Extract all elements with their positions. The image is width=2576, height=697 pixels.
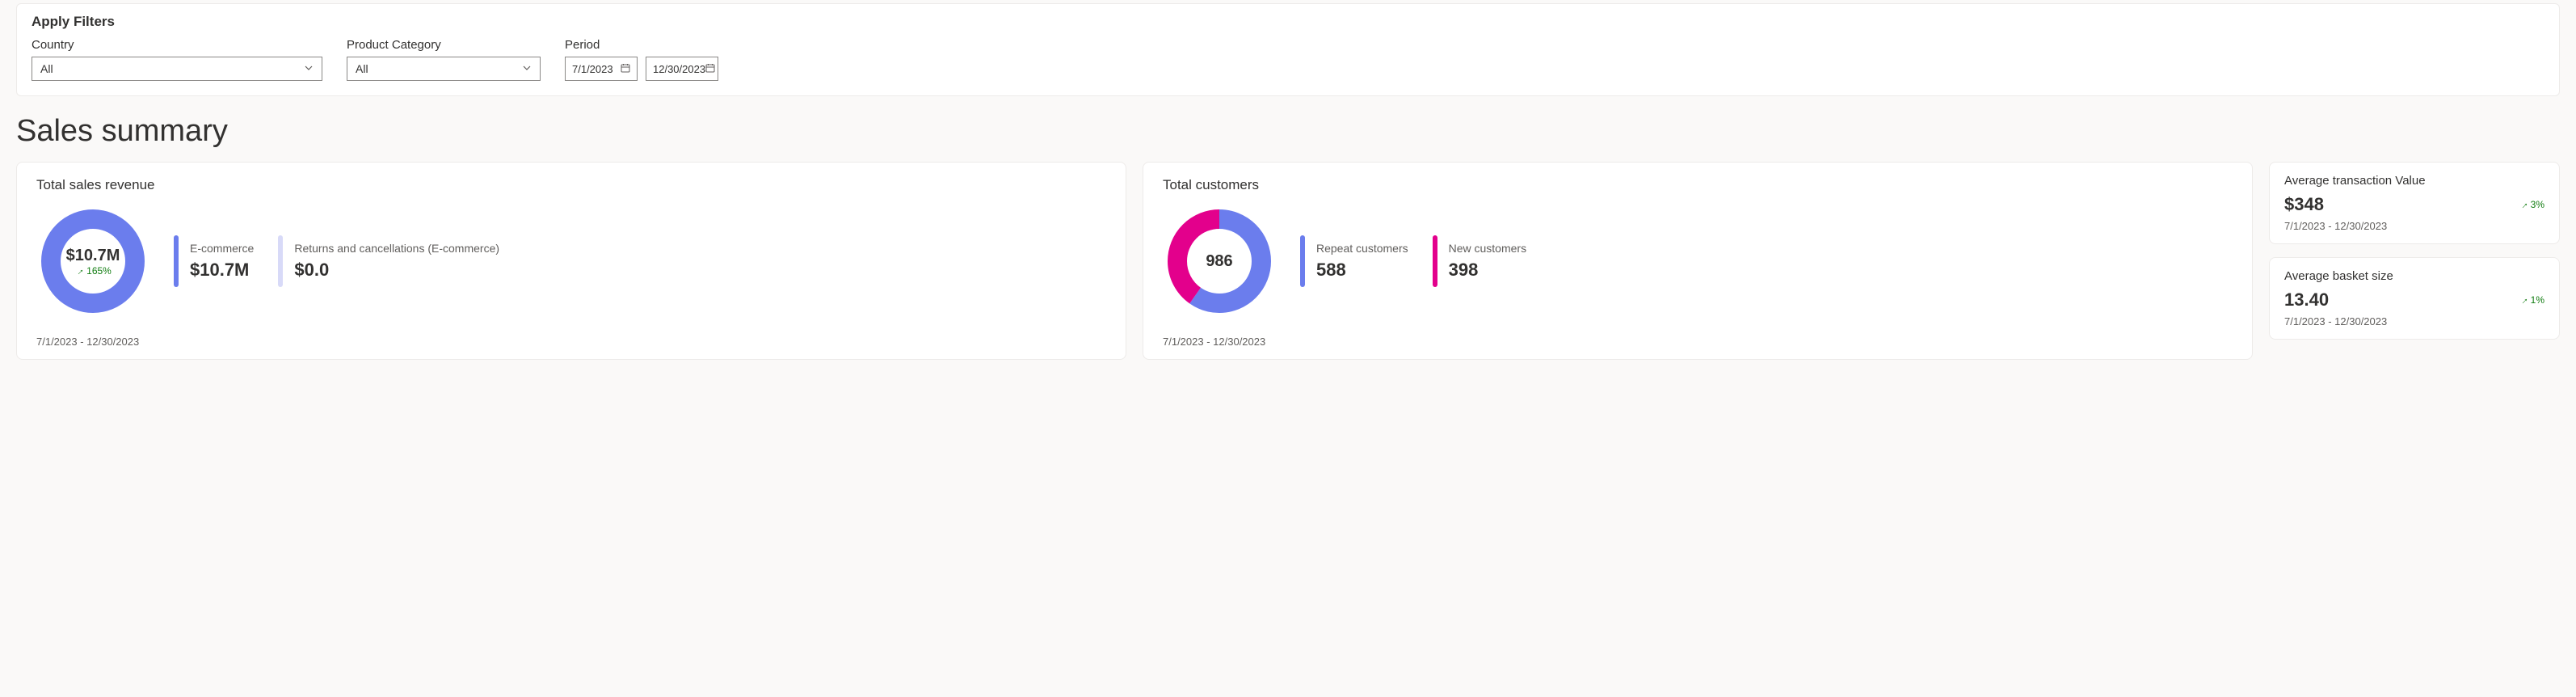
filter-row: Country All Product Category All Period	[32, 38, 2544, 81]
customers-repeat-value: 588	[1316, 260, 1408, 281]
trend-up-icon: →	[2516, 198, 2530, 212]
revenue-trend: → 165%	[74, 265, 112, 277]
customers-repeat-label: Repeat customers	[1316, 242, 1408, 255]
revenue-returns-label: Returns and cancellations (E-commerce)	[294, 242, 499, 255]
avg-basket-trend: → 1%	[2519, 294, 2544, 306]
calendar-icon	[621, 63, 630, 75]
avg-transaction-date-range: 7/1/2023 - 12/30/2023	[2284, 220, 2544, 232]
avg-basket-trend-value: 1%	[2531, 294, 2544, 306]
revenue-trend-value: 165%	[86, 265, 112, 277]
chevron-down-icon	[304, 62, 314, 75]
customers-metrics-row: 986 Repeat customers 588 New customers 3…	[1163, 205, 2233, 318]
revenue-ecommerce-value: $10.7M	[190, 260, 254, 281]
customers-repeat-text: Repeat customers 588	[1316, 242, 1408, 281]
pill-indicator-repeat	[1300, 235, 1305, 287]
revenue-card-title: Total sales revenue	[36, 177, 1106, 193]
revenue-ecommerce-block: E-commerce $10.7M	[174, 235, 254, 287]
period-end-value: 12/30/2023	[653, 63, 705, 75]
avg-basket-date-range: 7/1/2023 - 12/30/2023	[2284, 315, 2544, 327]
revenue-total-value: $10.7M	[66, 247, 120, 265]
category-select[interactable]: All	[347, 57, 541, 81]
side-column: Average transaction Value $348 → 3% 7/1/…	[2269, 162, 2560, 360]
customers-new-label: New customers	[1449, 242, 1526, 255]
avg-transaction-trend-value: 3%	[2531, 199, 2544, 210]
revenue-returns-text: Returns and cancellations (E-commerce) $…	[294, 242, 499, 281]
card-avg-transaction: Average transaction Value $348 → 3% 7/1/…	[2269, 162, 2560, 244]
filter-country: Country All	[32, 38, 322, 81]
chevron-down-icon	[522, 62, 532, 75]
trend-up-icon: →	[73, 264, 86, 277]
calendar-icon	[705, 63, 715, 75]
revenue-donut-center: $10.7M → 165%	[36, 205, 149, 318]
avg-basket-value: 13.40	[2284, 289, 2329, 310]
avg-transaction-trend: → 3%	[2519, 199, 2544, 210]
card-total-sales-revenue: Total sales revenue $10.7M → 165% E-comm…	[16, 162, 1126, 360]
pill-indicator-returns	[278, 235, 283, 287]
filter-period: Period 7/1/2023 12/30/2023	[565, 38, 718, 81]
filters-title: Apply Filters	[32, 14, 2544, 30]
pill-indicator-new	[1433, 235, 1437, 287]
period-start-input[interactable]: 7/1/2023	[565, 57, 638, 81]
filter-category-label: Product Category	[347, 38, 541, 52]
card-avg-basket: Average basket size 13.40 → 1% 7/1/2023 …	[2269, 257, 2560, 340]
revenue-metrics-row: $10.7M → 165% E-commerce $10.7M Returns	[36, 205, 1106, 318]
customers-total-value: 986	[1206, 252, 1232, 271]
period-start-value: 7/1/2023	[572, 63, 613, 75]
customers-card-title: Total customers	[1163, 177, 2233, 193]
revenue-ecommerce-label: E-commerce	[190, 242, 254, 255]
date-range-pair: 7/1/2023 12/30/2023	[565, 57, 718, 81]
filter-category: Product Category All	[347, 38, 541, 81]
trend-up-icon: →	[2516, 294, 2530, 307]
summary-cards-row: Total sales revenue $10.7M → 165% E-comm…	[16, 162, 2560, 360]
revenue-ecommerce-text: E-commerce $10.7M	[190, 242, 254, 281]
country-select-value: All	[40, 62, 53, 75]
customers-new-block: New customers 398	[1433, 235, 1526, 287]
filters-panel: Apply Filters Country All Product Catego…	[16, 3, 2560, 96]
revenue-returns-value: $0.0	[294, 260, 499, 281]
avg-basket-row: 13.40 → 1%	[2284, 289, 2544, 310]
revenue-date-range: 7/1/2023 - 12/30/2023	[36, 336, 1106, 348]
avg-transaction-title: Average transaction Value	[2284, 174, 2544, 188]
customers-date-range: 7/1/2023 - 12/30/2023	[1163, 336, 2233, 348]
card-total-customers: Total customers 986 Repeat customers 588	[1143, 162, 2253, 360]
revenue-returns-block: Returns and cancellations (E-commerce) $…	[278, 235, 499, 287]
period-end-input[interactable]: 12/30/2023	[646, 57, 718, 81]
customers-donut-chart: 986	[1163, 205, 1276, 318]
page-title: Sales summary	[16, 114, 2560, 149]
category-select-value: All	[356, 62, 368, 75]
customers-new-text: New customers 398	[1449, 242, 1526, 281]
customers-donut-center: 986	[1163, 205, 1276, 318]
avg-transaction-row: $348 → 3%	[2284, 194, 2544, 215]
filter-period-label: Period	[565, 38, 718, 52]
customers-repeat-block: Repeat customers 588	[1300, 235, 1408, 287]
avg-basket-title: Average basket size	[2284, 269, 2544, 283]
filter-country-label: Country	[32, 38, 322, 52]
avg-transaction-value: $348	[2284, 194, 2324, 215]
revenue-donut-chart: $10.7M → 165%	[36, 205, 149, 318]
pill-indicator-ecommerce	[174, 235, 179, 287]
customers-new-value: 398	[1449, 260, 1526, 281]
country-select[interactable]: All	[32, 57, 322, 81]
